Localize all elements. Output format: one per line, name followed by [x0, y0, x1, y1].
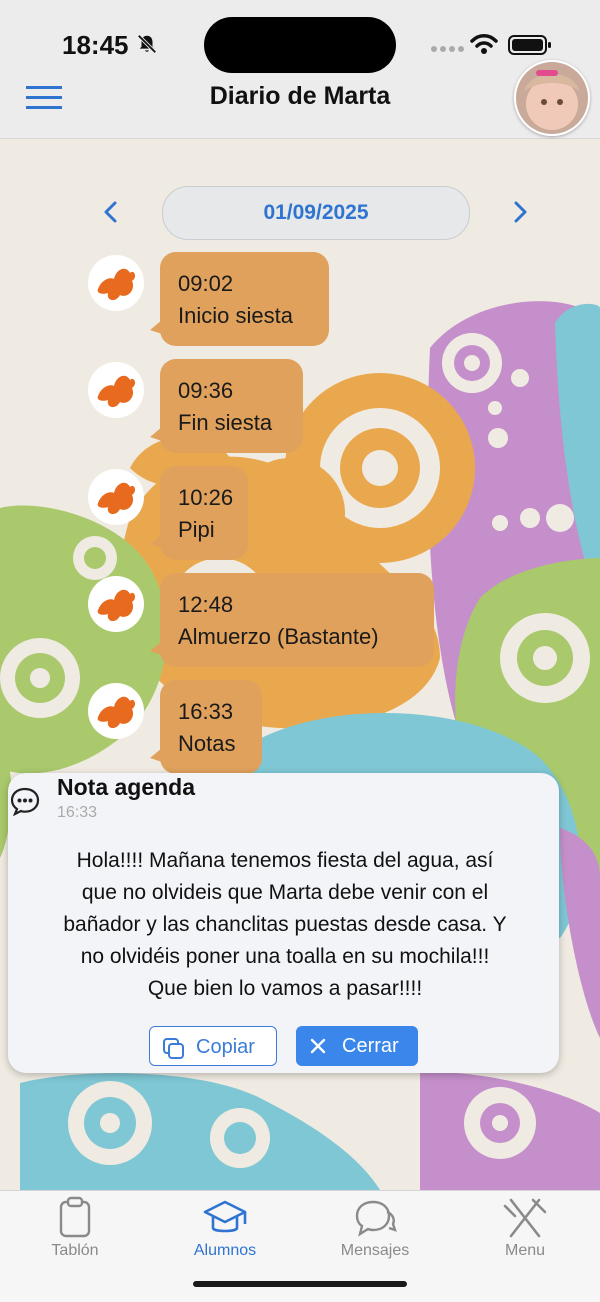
kid-avatar-icon: [88, 576, 144, 632]
wifi-icon: [470, 34, 498, 54]
note-title: Nota agenda: [57, 774, 196, 800]
bell-muted-icon: [137, 34, 157, 54]
entry-text: Pipi: [178, 517, 215, 542]
tab-menu[interactable]: Menu: [465, 1196, 585, 1260]
tab-mensajes[interactable]: Mensajes: [315, 1196, 435, 1260]
student-avatar[interactable]: [514, 60, 590, 136]
kid-avatar-icon: [88, 469, 144, 525]
entry-text: Fin siesta: [178, 410, 273, 435]
date-selector[interactable]: 01/09/2025: [162, 186, 470, 240]
signal-dots-icon: [431, 46, 464, 52]
chat-bubbles-icon: [355, 1200, 397, 1237]
close-button[interactable]: Cerrar: [296, 1026, 418, 1066]
student-photo: [516, 62, 588, 134]
tab-label: Menu: [504, 1242, 546, 1259]
note-line: que no olvideis que Marta debe venir con…: [81, 881, 489, 904]
tab-tablon[interactable]: Tablón: [15, 1196, 135, 1260]
entry-time: 09:02: [178, 271, 234, 296]
note-line: Que bien lo vamos a pasar!!!!: [147, 977, 423, 1000]
close-label: Cerrar: [342, 1035, 399, 1057]
kid-avatar-icon: [88, 255, 144, 311]
kid-avatar-icon: [88, 683, 144, 739]
page-title: Diario de Marta: [209, 82, 391, 110]
chat-bubble-icon: [10, 787, 40, 816]
kid-avatar-icon: [88, 362, 144, 418]
tab-label: Mensajes: [340, 1242, 410, 1259]
note-line: bañador y las chanclitas puestas desde c…: [63, 913, 507, 936]
graduation-cap-icon: [203, 1200, 247, 1233]
note-time: 16:33: [57, 804, 98, 821]
next-day-chevron-icon[interactable]: [507, 199, 533, 225]
battery-icon: [508, 35, 551, 55]
status-time: 18:45: [62, 30, 129, 60]
tab-label: Alumnos: [193, 1242, 257, 1259]
fork-knife-icon: [503, 1198, 547, 1238]
entry-time: 10:26: [178, 485, 234, 510]
previous-day-chevron-icon[interactable]: [98, 199, 124, 225]
copy-icon: [163, 1038, 184, 1059]
note-body: Hola!!!! Mañana tenemos fiesta del agua,…: [16, 845, 554, 1005]
home-indicator: [193, 1281, 407, 1287]
tab-alumnos[interactable]: Alumnos: [165, 1196, 285, 1260]
close-icon: [310, 1038, 326, 1054]
entry-time: 09:36: [178, 378, 234, 403]
tab-label: Tablón: [51, 1242, 99, 1259]
clipboard-icon: [59, 1196, 91, 1238]
entry-text: Notas: [178, 731, 236, 756]
entry-time: 12:48: [178, 592, 234, 617]
copy-label: Copiar: [196, 1036, 255, 1058]
note-line: no olvidéis poner una toalla en su mochi…: [80, 945, 490, 968]
copy-button[interactable]: Copiar: [149, 1026, 277, 1066]
dynamic-island: [204, 17, 396, 73]
note-line: Hola!!!! Mañana tenemos fiesta del agua,…: [76, 849, 494, 872]
entry-time: 16:33: [178, 699, 234, 724]
entry-text: Almuerzo (Bastante): [178, 624, 379, 649]
entry-text: Inicio siesta: [178, 303, 293, 328]
